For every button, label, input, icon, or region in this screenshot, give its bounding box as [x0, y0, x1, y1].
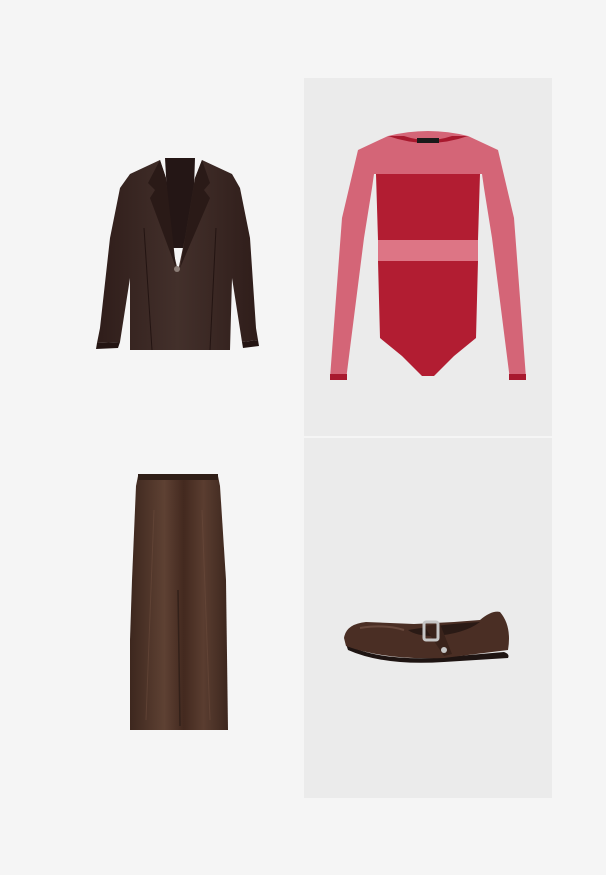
bodysuit-icon	[330, 131, 526, 380]
product-tile-bodysuit[interactable]	[304, 78, 552, 436]
product-tile-flats[interactable]	[304, 438, 552, 798]
blazer-icon	[96, 158, 259, 351]
product-tile-blazer[interactable]	[60, 78, 300, 438]
ballet-flat-icon	[344, 611, 509, 663]
product-tile-skirt[interactable]	[60, 440, 300, 798]
skirt-icon	[130, 474, 228, 730]
